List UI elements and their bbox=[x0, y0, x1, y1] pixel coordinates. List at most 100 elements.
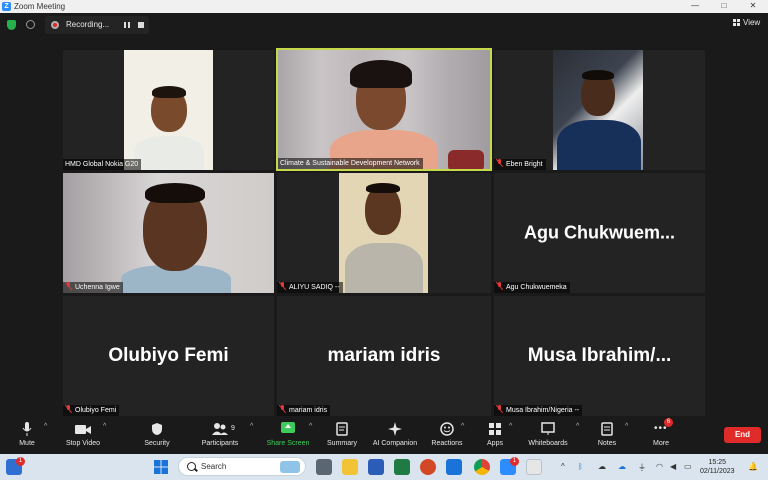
zoom-badge: 1 bbox=[510, 457, 519, 466]
participant-tile[interactable]: Eben Bright bbox=[494, 50, 705, 170]
meeting-controls-toolbar: Mute ^ Stop Video ^ Security Participant… bbox=[0, 418, 768, 454]
participant-video bbox=[124, 50, 213, 170]
participant-name-label: Musa Ibrahim/Nigeria -- bbox=[494, 405, 583, 416]
grid-view-icon bbox=[733, 19, 740, 26]
minimize-button[interactable]: — bbox=[690, 1, 700, 10]
notifications-bell-icon[interactable]: 🔔 bbox=[748, 462, 758, 471]
snipping-tool-icon[interactable] bbox=[526, 459, 542, 475]
word-icon[interactable] bbox=[368, 459, 384, 475]
cloud-icon[interactable]: ☁ bbox=[598, 462, 606, 471]
apps-button[interactable]: Apps bbox=[481, 422, 509, 452]
zoom-taskbar-icon[interactable]: 1 bbox=[500, 457, 519, 475]
notes-button[interactable]: Notes bbox=[593, 422, 621, 452]
more-label: More bbox=[653, 440, 669, 447]
share-screen-button[interactable]: Share Screen bbox=[266, 422, 310, 452]
mute-button[interactable]: Mute bbox=[12, 422, 42, 452]
participant-name-label: Uchenna Igwe bbox=[63, 282, 123, 293]
mic-muted-icon bbox=[279, 405, 286, 413]
volume-icon[interactable]: ◀ bbox=[670, 462, 676, 471]
participant-tile[interactable]: Agu Chukwuem... Agu Chukwuemeka bbox=[494, 173, 705, 293]
mic-muted-icon bbox=[496, 282, 503, 290]
chrome-icon[interactable] bbox=[474, 459, 490, 475]
reactions-options-chevron-icon[interactable]: ^ bbox=[461, 423, 464, 430]
participant-tile-active-speaker[interactable]: Climate & Sustainable Development Networ… bbox=[276, 48, 492, 171]
mic-muted-icon bbox=[279, 282, 286, 290]
shield-icon bbox=[152, 423, 162, 435]
stop-recording-button[interactable] bbox=[138, 22, 144, 28]
taskbar-clock[interactable]: 15:25 02/11/2023 bbox=[700, 458, 735, 476]
battery-icon[interactable]: ▭ bbox=[684, 462, 692, 471]
window-title-bar: Z Zoom Meeting — □ ✕ bbox=[0, 0, 768, 13]
encryption-shield-icon[interactable] bbox=[7, 20, 16, 30]
windows-start-icon[interactable] bbox=[154, 460, 168, 474]
participant-tile[interactable]: Uchenna Igwe bbox=[63, 173, 274, 293]
more-notification-badge: 6 bbox=[664, 418, 673, 427]
participant-video bbox=[339, 173, 428, 293]
stop-video-label: Stop Video bbox=[65, 440, 101, 447]
audio-options-chevron-icon[interactable]: ^ bbox=[44, 423, 47, 430]
participant-tile[interactable]: mariam idris mariam idris bbox=[277, 296, 491, 416]
clock-date: 02/11/2023 bbox=[700, 468, 735, 475]
share-screen-icon bbox=[281, 422, 295, 436]
participant-tile[interactable]: Musa Ibrahim/... Musa Ibrahim/Nigeria -- bbox=[494, 296, 705, 416]
participant-name-label: HMD Global Nokia G20 bbox=[63, 159, 142, 170]
participant-name-label: ALIYU SADIQ -- bbox=[277, 282, 343, 293]
mic-muted-icon bbox=[65, 282, 72, 290]
weather-widget-icon[interactable]: 1 bbox=[6, 457, 25, 475]
security-button[interactable]: Security bbox=[143, 422, 171, 452]
participant-video bbox=[63, 173, 274, 293]
stop-video-button[interactable]: Stop Video bbox=[64, 422, 102, 452]
bluetooth-icon[interactable]: ᛒ bbox=[578, 462, 583, 471]
apps-options-chevron-icon[interactable]: ^ bbox=[509, 423, 512, 430]
share-options-chevron-icon[interactable]: ^ bbox=[309, 423, 312, 430]
excel-icon[interactable] bbox=[394, 459, 410, 475]
search-highlight-icon bbox=[280, 461, 300, 473]
mic-muted-icon bbox=[496, 405, 503, 413]
pause-recording-button[interactable] bbox=[123, 21, 131, 29]
more-dots-icon: ••• 6 bbox=[654, 418, 673, 436]
onedrive-icon[interactable]: ☁ bbox=[618, 462, 626, 471]
show-hidden-icons-chevron-icon[interactable]: ^ bbox=[561, 462, 565, 471]
participant-video bbox=[278, 50, 490, 169]
notes-options-chevron-icon[interactable]: ^ bbox=[625, 423, 628, 430]
whiteboards-button[interactable]: Whiteboards bbox=[525, 422, 571, 452]
summary-document-icon bbox=[336, 422, 348, 436]
participants-options-chevron-icon[interactable]: ^ bbox=[250, 423, 253, 430]
reactions-smiley-icon bbox=[440, 422, 454, 436]
wifi-icon[interactable]: ◠ bbox=[656, 462, 663, 471]
more-button[interactable]: ••• 6 More bbox=[648, 418, 674, 452]
meeting-info-icon[interactable] bbox=[26, 20, 35, 29]
weather-badge: 1 bbox=[16, 457, 25, 466]
participant-tile[interactable]: ALIYU SADIQ -- bbox=[277, 173, 491, 293]
view-button[interactable]: View bbox=[733, 18, 760, 27]
participant-tile[interactable]: HMD Global Nokia G20 bbox=[63, 50, 274, 170]
ai-companion-button[interactable]: AI Companion bbox=[370, 422, 420, 452]
mail-icon[interactable] bbox=[446, 459, 462, 475]
reactions-button[interactable]: Reactions bbox=[430, 422, 464, 452]
summary-button[interactable]: Summary bbox=[325, 422, 359, 452]
task-view-icon[interactable] bbox=[316, 459, 332, 475]
file-explorer-icon[interactable] bbox=[342, 459, 358, 475]
apps-icon bbox=[489, 423, 501, 435]
close-button[interactable]: ✕ bbox=[748, 1, 758, 10]
microphone-icon bbox=[22, 422, 32, 436]
participant-name-label: Olubiyo Femi bbox=[63, 405, 120, 416]
taskbar-search-box[interactable]: Search bbox=[178, 457, 306, 476]
powerpoint-icon[interactable] bbox=[420, 459, 436, 475]
participant-display-name: Agu Chukwuem... bbox=[523, 222, 675, 243]
search-icon bbox=[187, 462, 196, 471]
mic-muted-icon bbox=[496, 159, 503, 167]
usb-icon[interactable]: ⏚ bbox=[638, 462, 646, 473]
participants-label: Participants bbox=[201, 440, 239, 447]
mic-muted-icon bbox=[65, 405, 72, 413]
whiteboard-icon bbox=[541, 422, 555, 435]
windows-taskbar: 1 Search 1 ^ ᛒ ☁ ☁ ⏚ ◠ ◀ ▭ 15:25 02/11/2… bbox=[0, 454, 768, 480]
whiteboards-options-chevron-icon[interactable]: ^ bbox=[576, 423, 579, 430]
participant-tile[interactable]: Olubiyo Femi Olubiyo Femi bbox=[63, 296, 274, 416]
window-title: Zoom Meeting bbox=[14, 2, 66, 11]
maximize-button[interactable]: □ bbox=[719, 1, 729, 10]
video-options-chevron-icon[interactable]: ^ bbox=[103, 423, 106, 430]
end-meeting-button[interactable]: End bbox=[724, 427, 761, 443]
recording-dot-icon bbox=[51, 21, 59, 29]
participant-display-name: Olubiyo Femi bbox=[108, 345, 229, 366]
